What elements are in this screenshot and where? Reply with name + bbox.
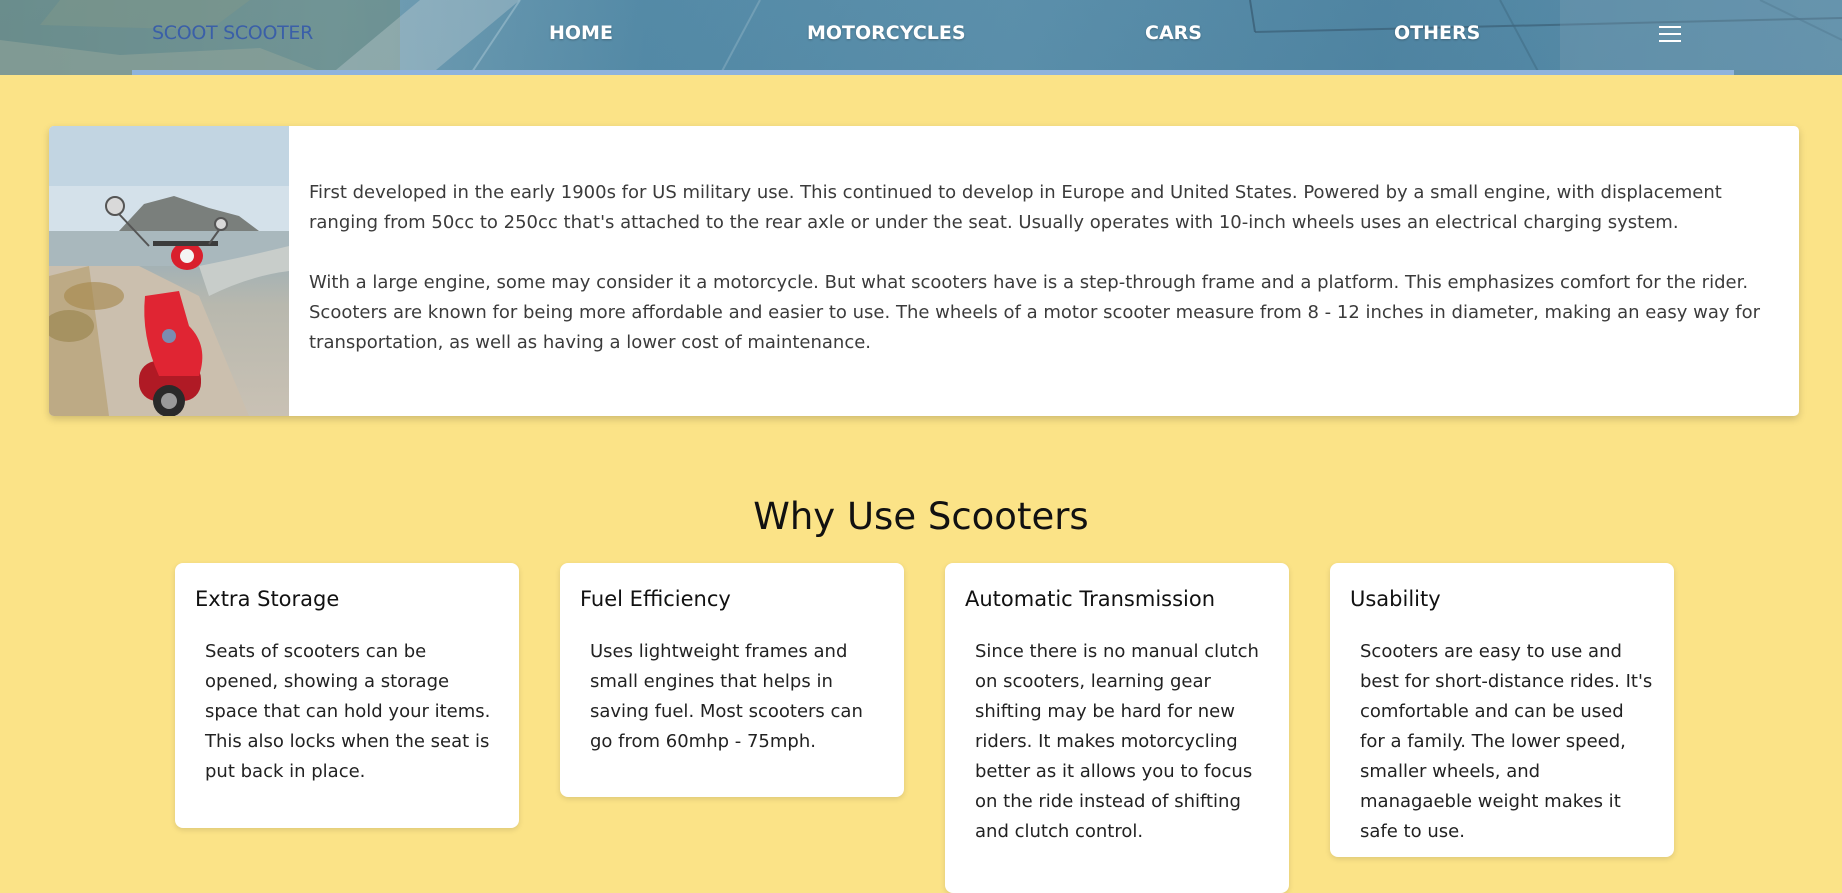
section-title: Why Use Scooters: [753, 495, 1089, 538]
feature-card-text: Since there is no manual clutch on scoot…: [975, 641, 1259, 842]
feature-card-fuel-efficiency: Fuel Efficiency Uses lightweight frames …: [560, 563, 904, 797]
intro-paragraph-history: First developed in the early 1900s for U…: [309, 182, 1722, 233]
feature-card-title: Usability: [1350, 587, 1441, 611]
nav-link-home[interactable]: HOME: [549, 22, 613, 44]
nav-underline: [132, 70, 1734, 75]
feature-card-usability: Usability Scooters are easy to use and b…: [1330, 563, 1674, 857]
top-navbar: SCOOT SCOOTER HOME MOTORCYCLES CARS OTHE…: [0, 0, 1842, 75]
nav-link-cars[interactable]: CARS: [1145, 22, 1202, 44]
brand-logo-text[interactable]: SCOOT SCOOTER: [152, 22, 313, 44]
feature-card-text: Scooters are easy to use and best for sh…: [1360, 641, 1653, 842]
intro-paragraph-features: With a large engine, some may consider i…: [309, 272, 1760, 353]
feature-card-automatic-transmission: Automatic Transmission Since there is no…: [945, 563, 1289, 893]
hamburger-menu-icon[interactable]: [1659, 26, 1681, 46]
intro-card: First developed in the early 1900s for U…: [49, 126, 1799, 416]
feature-card-title: Automatic Transmission: [965, 587, 1216, 611]
nav-link-motorcycles[interactable]: MOTORCYCLES: [807, 22, 966, 44]
feature-card-text: Uses lightweight frames and small engine…: [590, 641, 863, 752]
feature-card-title: Fuel Efficiency: [580, 587, 731, 611]
feature-card-text: Seats of scooters can be opened, showing…: [205, 641, 491, 782]
red-scooter-photo: [49, 126, 289, 416]
feature-card-extra-storage: Extra Storage Seats of scooters can be o…: [175, 563, 519, 828]
intro-text: First developed in the early 1900s for U…: [309, 178, 1779, 388]
nav-link-others[interactable]: OTHERS: [1394, 22, 1480, 44]
feature-card-title: Extra Storage: [195, 587, 340, 611]
